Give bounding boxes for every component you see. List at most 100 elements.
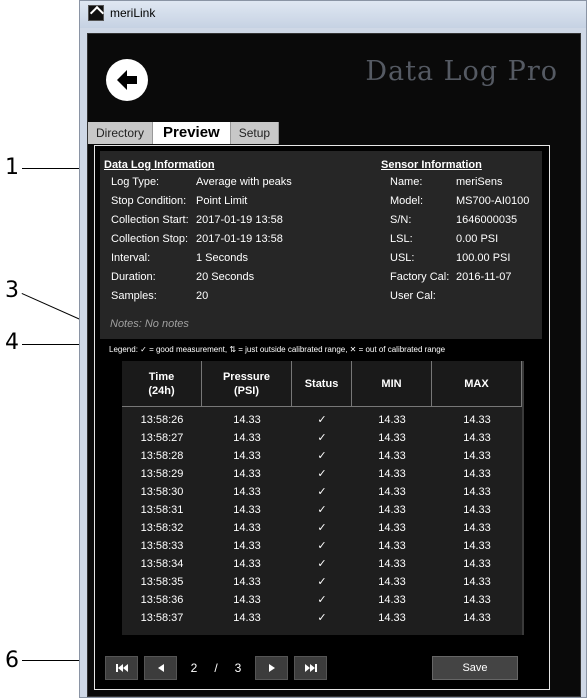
- cell-status: ✓: [317, 450, 327, 462]
- log-field-label: Stop Condition:: [111, 195, 187, 207]
- cell-status: ✓: [317, 504, 327, 516]
- cell-pressure: 14.33: [233, 450, 261, 462]
- table-row[interactable]: 13:58:34 14.33 ✓ 14.33 14.33: [122, 555, 522, 573]
- table-row[interactable]: 13:58:28 14.33 ✓ 14.33 14.33: [122, 447, 522, 465]
- sensor-field-value: 100.00 PSI: [456, 252, 511, 264]
- table-body: 13:58:26 14.33 ✓ 14.33 14.33 13:58:27 14.33 ✓ 14…: [122, 411, 522, 627]
- table-row[interactable]: 13:58:33 14.33 ✓ 14.33 14.33: [122, 537, 522, 555]
- save-button[interactable]: Save: [432, 656, 518, 680]
- title-bar[interactable]: meriLink: [80, 1, 586, 28]
- prev-page-button[interactable]: [144, 656, 177, 680]
- cell-time: 13:58:33: [140, 540, 184, 552]
- sensor-field-label: USL:: [390, 252, 415, 264]
- cell-max: 14.33: [463, 558, 491, 570]
- log-field-value: 2017-01-19 13:58: [196, 214, 283, 226]
- log-field-value: 20 Seconds: [196, 271, 255, 283]
- cell-status: ✓: [317, 612, 327, 624]
- cell-min: 14.33: [378, 594, 406, 606]
- header-time[interactable]: Time (24h): [122, 361, 202, 407]
- current-page: 2: [190, 661, 198, 675]
- log-field-label: Collection Stop:: [111, 233, 189, 245]
- log-field-value: 1 Seconds: [196, 252, 248, 264]
- callout-6: 6: [5, 648, 19, 673]
- cell-status: ✓: [317, 576, 327, 588]
- sensor-field-label: Name:: [390, 176, 423, 188]
- cell-time: 13:58:35: [140, 576, 184, 588]
- cell-status: ✓: [317, 522, 327, 534]
- cell-max: 14.33: [463, 540, 491, 552]
- cell-min: 14.33: [378, 414, 406, 426]
- cell-min: 14.33: [378, 576, 406, 588]
- cell-min: 14.33: [378, 540, 406, 552]
- cell-time: 13:58:34: [140, 558, 184, 570]
- sensor-field-label: LSL:: [390, 233, 413, 245]
- log-field-value: Point Limit: [196, 195, 248, 207]
- app-window: meriLink Data Log Pro Directory Preview …: [79, 0, 587, 698]
- tab-preview[interactable]: Preview: [153, 122, 231, 144]
- tab-setup[interactable]: Setup: [230, 122, 280, 144]
- cell-pressure: 14.33: [233, 540, 261, 552]
- callout-3: 3: [5, 278, 19, 303]
- sensor-field-value: MS700-AI0100: [456, 195, 530, 207]
- table-row[interactable]: 13:58:36 14.33 ✓ 14.33 14.33: [122, 591, 522, 609]
- total-pages: 3: [234, 661, 242, 675]
- cell-min: 14.33: [378, 522, 406, 534]
- back-button[interactable]: [106, 59, 148, 101]
- last-page-button[interactable]: [294, 656, 327, 680]
- first-page-button[interactable]: [105, 656, 138, 680]
- cell-max: 14.33: [463, 450, 491, 462]
- cell-max: 14.33: [463, 486, 491, 498]
- header-pressure[interactable]: Pressure (PSI): [202, 361, 292, 407]
- arrow-left-icon: [117, 70, 137, 90]
- cell-status: ✓: [317, 594, 327, 606]
- table-row[interactable]: 13:58:30 14.33 ✓ 14.33 14.33: [122, 483, 522, 501]
- cell-time: 13:58:26: [140, 414, 184, 426]
- cell-pressure: 14.33: [233, 468, 261, 480]
- log-field-value: 20: [196, 290, 209, 302]
- cell-min: 14.33: [378, 558, 406, 570]
- window-title: meriLink: [110, 6, 156, 20]
- header-max[interactable]: MAX: [432, 361, 522, 407]
- header-status[interactable]: Status: [292, 361, 352, 407]
- cell-pressure: 14.33: [233, 504, 261, 516]
- sensor-field-label: S/N:: [390, 214, 412, 226]
- cell-min: 14.33: [378, 432, 406, 444]
- cell-time: 13:58:27: [140, 432, 184, 444]
- cell-time: 13:58:37: [140, 612, 184, 624]
- table-row[interactable]: 13:58:31 14.33 ✓ 14.33 14.33: [122, 501, 522, 519]
- table-row[interactable]: 13:58:27 14.33 ✓ 14.33 14.33: [122, 429, 522, 447]
- app-content: Data Log Pro Directory Preview Setup Dat…: [87, 33, 581, 697]
- sensor-info-title: Sensor Information: [381, 159, 482, 171]
- log-field-label: Duration:: [111, 271, 156, 283]
- brand-title: Data Log Pro: [365, 56, 558, 87]
- log-field-label: Collection Start:: [111, 214, 189, 226]
- pagination: 2 / 3: [105, 656, 333, 680]
- table-scrollbar[interactable]: [522, 361, 524, 635]
- cell-max: 14.33: [463, 576, 491, 588]
- header-min[interactable]: MIN: [352, 361, 432, 407]
- data-log-info-title: Data Log Information: [104, 159, 215, 171]
- table-row[interactable]: 13:58:32 14.33 ✓ 14.33 14.33: [122, 519, 522, 537]
- cell-pressure: 14.33: [233, 522, 261, 534]
- cell-min: 14.33: [378, 612, 406, 624]
- table-row[interactable]: 13:58:35 14.33 ✓ 14.33 14.33: [122, 573, 522, 591]
- tab-directory[interactable]: Directory: [88, 122, 154, 144]
- table-row[interactable]: 13:58:26 14.33 ✓ 14.33 14.33: [122, 411, 522, 429]
- next-page-button[interactable]: [255, 656, 288, 680]
- table-row[interactable]: 13:58:37 14.33 ✓ 14.33 14.33: [122, 609, 522, 627]
- cell-time: 13:58:36: [140, 594, 184, 606]
- cell-status: ✓: [317, 432, 327, 444]
- cell-pressure: 14.33: [233, 594, 261, 606]
- cell-status: ✓: [317, 486, 327, 498]
- preview-panel: Data Log Information Sensor Information …: [94, 145, 550, 690]
- tab-bar: Directory Preview Setup: [88, 122, 280, 144]
- notes-text: Notes: No notes: [110, 318, 189, 330]
- cell-min: 14.33: [378, 504, 406, 516]
- cell-time: 13:58:28: [140, 450, 184, 462]
- cell-max: 14.33: [463, 468, 491, 480]
- table-row[interactable]: 13:58:29 14.33 ✓ 14.33 14.33: [122, 465, 522, 483]
- cell-pressure: 14.33: [233, 576, 261, 588]
- cell-pressure: 14.33: [233, 558, 261, 570]
- table-header: Time (24h) Pressure (PSI) Status MIN MAX: [122, 361, 522, 407]
- cell-time: 13:58:31: [140, 504, 184, 516]
